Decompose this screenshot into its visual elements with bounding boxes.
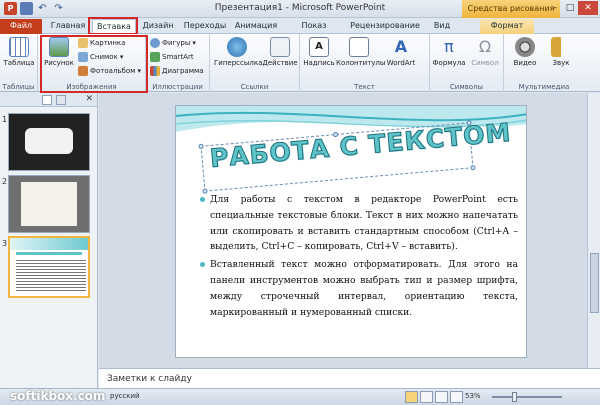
textbox-icon: A [309, 37, 329, 57]
resize-handle[interactable] [198, 143, 204, 150]
outline-tab[interactable] [56, 95, 66, 105]
thumbnail-banner [10, 238, 88, 250]
formula-button[interactable]: π Формула [432, 37, 466, 67]
header-footer-button[interactable]: Колонтитулы [336, 37, 385, 67]
hyperlink-button[interactable]: Гиперссылка [214, 37, 262, 67]
insert-tab-highlight [88, 17, 138, 35]
group-illustrations: Фигуры ▾ SmartArt Диаграмма Иллюстрации [146, 34, 210, 92]
tab-slideshow[interactable]: Показ слайдов [284, 19, 344, 44]
group-label-symbols: Символы [449, 83, 484, 91]
wordart-button[interactable]: A WordArt [384, 37, 418, 67]
scrollbar-thumb[interactable] [590, 253, 599, 313]
zoom-slider[interactable] [492, 396, 562, 398]
tab-design[interactable]: Дизайн [138, 19, 178, 34]
omega-icon: Ω [478, 37, 492, 56]
tab-animation[interactable]: Анимация [232, 19, 280, 34]
panel-tabs: ✕ [0, 93, 97, 107]
group-multimedia: Видео Звук Мультимедиа [504, 34, 584, 92]
slide-thumbnail-2[interactable] [8, 175, 90, 233]
shapes-button[interactable]: Фигуры ▾ [150, 37, 196, 49]
images-group-highlight [40, 35, 148, 93]
pi-icon: π [444, 37, 454, 56]
chevron-down-icon: ▾ [192, 39, 196, 47]
tab-view[interactable]: Вид [428, 19, 456, 34]
slides-panel: ✕ 1 2 3 [0, 93, 98, 388]
tab-review[interactable]: Рецензирование [348, 19, 422, 34]
notes-pane[interactable]: Заметки к слайду [99, 368, 600, 388]
normal-view-button[interactable] [405, 391, 418, 403]
view-buttons [405, 391, 463, 403]
slide-sorter-button[interactable] [420, 391, 433, 403]
thumbnail-number: 3 [2, 239, 8, 248]
group-label-illustrations: Иллюстрации [152, 83, 203, 91]
tab-transitions[interactable]: Переходы [182, 19, 228, 34]
watermark: softikbox.com [10, 389, 106, 403]
slides-tab[interactable] [42, 95, 52, 105]
minimize-button[interactable]: – [548, 1, 562, 15]
action-icon [270, 37, 290, 57]
close-button[interactable]: ✕ [578, 1, 598, 15]
slide-editor: РАБОТА С ТЕКСТОМ Для работы с текстом в … [99, 93, 587, 368]
table-button[interactable]: Таблица [2, 37, 36, 67]
table-icon [9, 37, 29, 57]
zoom-level[interactable]: 53% [465, 392, 481, 400]
action-button[interactable]: Действие [262, 37, 298, 67]
slide-thumbnail-3[interactable] [8, 236, 90, 298]
slide-thumbnail-1[interactable] [8, 113, 90, 171]
group-label-links: Ссылки [240, 83, 269, 91]
bullet-paragraph: Вставленный текст можно отформатировать.… [200, 257, 518, 320]
language-indicator[interactable]: русский [110, 392, 140, 400]
group-text: A Надпись Колонтитулы A WordArt Текст [300, 34, 430, 92]
tab-file[interactable]: Файл [0, 19, 42, 34]
tab-format[interactable]: Формат [480, 19, 534, 34]
smartart-button[interactable]: SmartArt [150, 51, 194, 63]
header-footer-icon [349, 37, 369, 57]
drawing-tools-context-tab: Средства рисования [462, 0, 560, 18]
textbox-button[interactable]: A Надпись [302, 37, 336, 67]
chart-icon [150, 66, 160, 76]
thumbnail-number: 2 [2, 177, 8, 186]
video-button[interactable]: Видео [508, 37, 542, 67]
group-label-text: Текст [354, 83, 375, 91]
group-symbols: π Формула Ω Символ Символы [430, 34, 504, 92]
shapes-icon [150, 38, 160, 48]
group-tables: Таблица Таблицы [0, 34, 38, 92]
group-links: Гиперссылка Действие Ссылки [210, 34, 300, 92]
chart-button[interactable]: Диаграмма [150, 65, 204, 77]
title-bar: P ↶ ↷ Презентация1 - Microsoft PowerPoin… [0, 0, 600, 18]
thumbnail-number: 1 [2, 115, 8, 124]
group-label-multimedia: Мультимедиа [518, 83, 570, 91]
thumbnail-title-block [25, 128, 73, 154]
slide-body-text[interactable]: Для работы с текстом в редакторе PowerPo… [200, 192, 518, 322]
zoom-slider-handle[interactable] [512, 392, 517, 402]
slideshow-view-button[interactable] [450, 391, 463, 403]
bullet-paragraph: Для работы с текстом в редакторе PowerPo… [200, 192, 518, 255]
thumbnail-title-line [16, 252, 82, 255]
video-icon [515, 37, 535, 57]
thumbnail-page [21, 182, 77, 226]
reading-view-button[interactable] [435, 391, 448, 403]
symbol-button[interactable]: Ω Символ [468, 37, 502, 67]
maximize-button[interactable]: □ [563, 1, 577, 15]
tab-home[interactable]: Главная [46, 19, 90, 34]
wordart-icon: A [394, 37, 408, 56]
vertical-scrollbar[interactable] [587, 93, 600, 368]
smartart-icon [150, 52, 160, 62]
audio-button[interactable]: Звук [544, 37, 578, 67]
group-label-tables: Таблицы [2, 83, 35, 91]
resize-handle[interactable] [470, 164, 476, 171]
speaker-icon [551, 37, 571, 57]
thumbnail-text-lines [16, 260, 86, 292]
hyperlink-icon [227, 37, 247, 57]
close-icon[interactable]: ✕ [85, 94, 93, 104]
current-slide[interactable]: РАБОТА С ТЕКСТОМ Для работы с текстом в … [175, 105, 527, 358]
